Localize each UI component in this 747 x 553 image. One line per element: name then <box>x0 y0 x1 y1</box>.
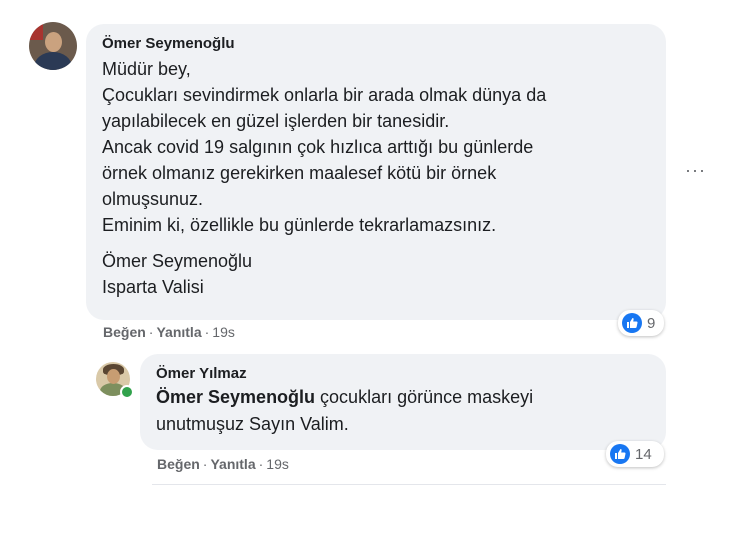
online-status-dot <box>120 385 134 399</box>
comment-actions: Beğen · Yanıtla · 19s <box>103 324 235 340</box>
avatar-face <box>45 32 62 52</box>
separator: · <box>204 324 210 340</box>
reply-author[interactable]: Ömer Yılmaz <box>156 364 650 384</box>
reply-text: çocukları görünce maskeyi <box>315 387 534 407</box>
comment-bubble: Ömer Seymenoğlu Müdür bey, Çocukları sev… <box>86 24 666 320</box>
more-options-icon[interactable]: ··· <box>685 161 706 179</box>
reply-link[interactable]: Yanıtla <box>156 324 201 340</box>
reply-bubble: Ömer Yılmaz Ömer Seymenoğlu çocukları gö… <box>140 354 666 450</box>
reaction-count: 9 <box>647 314 656 332</box>
comment-line: Müdür bey, <box>102 59 191 79</box>
reply-line: unutmuşuz Sayın Valim. <box>156 414 349 434</box>
reply-link[interactable]: Yanıtla <box>210 456 255 472</box>
comment-line: Ancak covid 19 salgının çok hızlıca artt… <box>102 137 534 157</box>
timestamp-link[interactable]: 19s <box>266 456 289 472</box>
reaction-count: 14 <box>635 445 652 463</box>
signature-name: Ömer Seymenoğlu <box>102 251 253 271</box>
timestamp-link[interactable]: 19s <box>212 324 235 340</box>
reply-line: Ömer Seymenoğlu çocukları görünce maskey… <box>156 384 650 411</box>
avatar-body <box>34 52 72 70</box>
reaction-count-badge[interactable]: 14 <box>606 441 664 467</box>
flag-shape <box>29 22 43 40</box>
avatar-face <box>107 369 120 384</box>
separator: · <box>148 324 154 340</box>
signature-title: Isparta Valisi <box>102 277 204 297</box>
like-reaction-icon <box>622 313 642 333</box>
like-link[interactable]: Beğen <box>103 324 146 340</box>
separator: · <box>202 456 208 472</box>
comment-author[interactable]: Ömer Seymenoğlu <box>102 34 650 54</box>
divider <box>152 484 666 485</box>
separator: · <box>258 456 264 472</box>
commenter-avatar[interactable] <box>29 22 77 70</box>
comment-line: yapılabilecek en güzel işlerden bir tane… <box>102 111 450 131</box>
like-reaction-icon <box>610 444 630 464</box>
mention-link[interactable]: Ömer Seymenoğlu <box>156 387 315 407</box>
like-link[interactable]: Beğen <box>157 456 200 472</box>
reply-actions: Beğen · Yanıtla · 19s <box>157 456 289 472</box>
comment-line: Çocukları sevindirmek onlarla bir arada … <box>102 85 547 105</box>
comment-line: Eminim ki, özellikle bu günlerde tekrarl… <box>102 215 497 235</box>
reaction-count-badge[interactable]: 9 <box>618 310 664 336</box>
comment-line: örnek olmanız gerekirken maalesef kötü b… <box>102 163 497 183</box>
comment-line: olmuşsunuz. <box>102 189 204 209</box>
